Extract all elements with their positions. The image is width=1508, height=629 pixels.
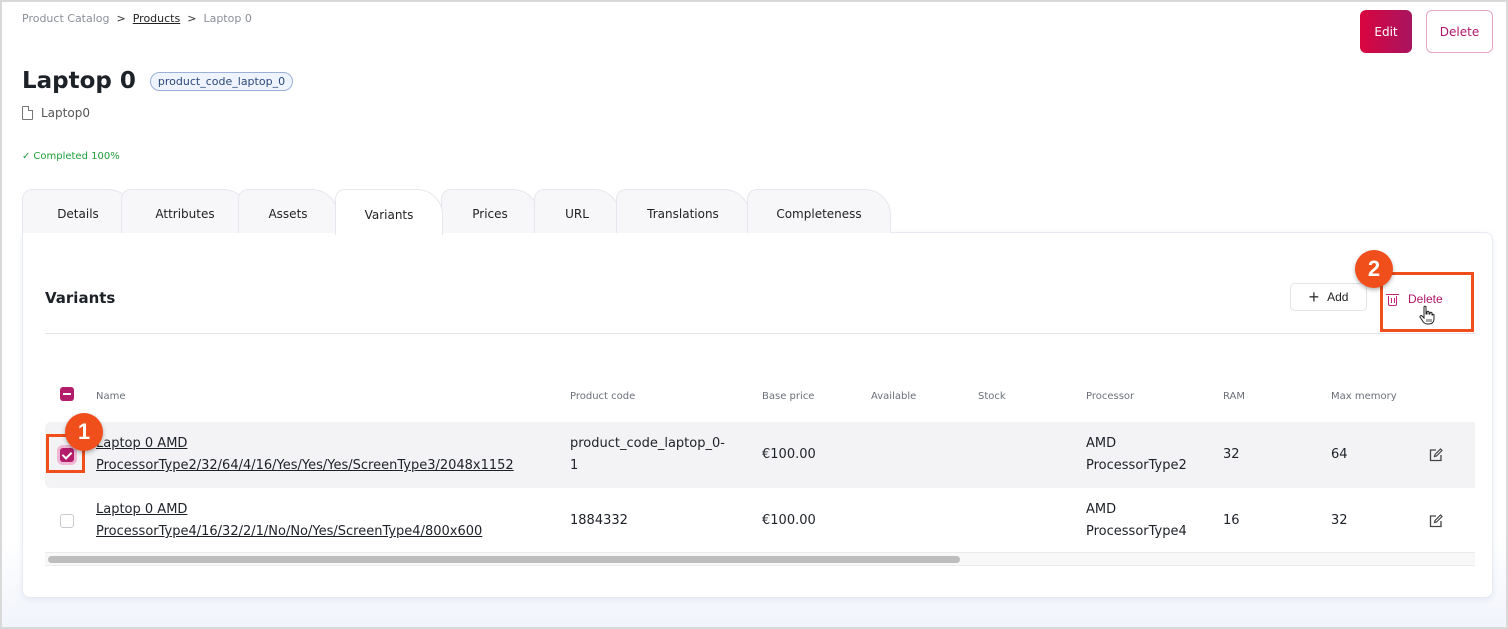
divider xyxy=(45,333,1476,334)
page-title: Laptop 0 xyxy=(22,68,136,94)
table-row[interactable]: Laptop 0 AMD ProcessorType4/16/32/2/1/No… xyxy=(45,488,1475,554)
annotation-badge-2: 2 xyxy=(1355,250,1393,288)
column-header-processor[interactable]: Processor xyxy=(1086,391,1134,402)
product-code-badge: product_code_laptop_0 xyxy=(149,71,294,91)
tab-details[interactable]: Details xyxy=(22,189,134,233)
tab-translations[interactable]: Translations xyxy=(616,189,750,233)
code-line: product_code_laptop_0- xyxy=(570,436,725,451)
breadcrumb-products[interactable]: Products xyxy=(133,12,181,25)
column-header-max-memory[interactable]: Max memory xyxy=(1331,391,1397,402)
name-line[interactable]: Laptop 0 AMD xyxy=(96,499,482,521)
tab-label: Completeness xyxy=(776,206,862,221)
column-header-name[interactable]: Name xyxy=(96,391,126,402)
base-price-cell: €100.00 xyxy=(762,447,816,462)
add-label: Add xyxy=(1327,290,1349,304)
processor-cell: AMD ProcessorType4 xyxy=(1086,499,1187,543)
breadcrumb-current: Laptop 0 xyxy=(203,12,252,25)
select-all-checkbox[interactable] xyxy=(60,387,74,401)
tab-variants[interactable]: Variants xyxy=(335,189,443,235)
breadcrumb: Product Catalog > Products > Laptop 0 xyxy=(22,12,252,25)
annotation-highlight-2 xyxy=(1380,272,1474,332)
variants-card: Variants + Add Delete Name Product code xyxy=(22,232,1493,598)
plus-icon: + xyxy=(1308,287,1320,307)
tab-assets[interactable]: Assets xyxy=(238,189,338,233)
add-variant-button[interactable]: + Add xyxy=(1290,283,1367,311)
tab-label: Details xyxy=(57,206,99,221)
product-code-cell: 1884332 xyxy=(570,513,628,528)
tab-completeness[interactable]: Completeness xyxy=(747,189,891,233)
column-header-base-price[interactable]: Base price xyxy=(762,391,814,402)
processor-line: ProcessorType4 xyxy=(1086,524,1187,539)
completeness-text: Completed 100% xyxy=(33,151,120,162)
tab-prices[interactable]: Prices xyxy=(441,189,539,233)
horizontal-scrollbar[interactable] xyxy=(45,552,1475,566)
breadcrumb-product-catalog[interactable]: Product Catalog xyxy=(22,12,110,25)
name-line[interactable]: ProcessorType4/16/32/2/1/No/No/Yes/Scree… xyxy=(96,521,482,543)
tab-attributes[interactable]: Attributes xyxy=(121,189,249,233)
tab-label: Translations xyxy=(647,206,719,221)
column-header-stock[interactable]: Stock xyxy=(978,391,1006,402)
tab-label: URL xyxy=(565,206,589,221)
title-row: Laptop 0 product_code_laptop_0 xyxy=(22,68,294,94)
column-header-product-code[interactable]: Product code xyxy=(570,391,635,402)
edit-button[interactable]: Edit xyxy=(1360,10,1412,53)
app-window: Product Catalog > Products > Laptop 0 Ed… xyxy=(2,2,1506,627)
column-header-available[interactable]: Available xyxy=(871,391,916,402)
product-slug: Laptop0 xyxy=(41,106,90,120)
tab-label: Attributes xyxy=(155,206,215,221)
base-price-cell: €100.00 xyxy=(762,513,816,528)
tab-label: Prices xyxy=(472,206,508,221)
processor-line: ProcessorType2 xyxy=(1086,458,1187,473)
annotation-badge-1: 1 xyxy=(65,413,103,451)
processor-line: AMD xyxy=(1086,436,1117,451)
edit-icon[interactable] xyxy=(1428,447,1444,463)
column-header-ram[interactable]: RAM xyxy=(1223,391,1245,402)
ram-cell: 32 xyxy=(1223,447,1240,462)
product-code-cell: product_code_laptop_0- 1 xyxy=(570,433,725,477)
processor-cell: AMD ProcessorType2 xyxy=(1086,433,1187,477)
variant-name-link[interactable]: Laptop 0 AMD ProcessorType4/16/32/2/1/No… xyxy=(96,499,482,543)
tab-url[interactable]: URL xyxy=(534,189,620,233)
variants-title: Variants xyxy=(45,289,116,307)
name-line[interactable]: ProcessorType2/32/64/4/16/Yes/Yes/Yes/Sc… xyxy=(96,455,514,477)
scrollbar-thumb[interactable] xyxy=(48,556,960,563)
table-header: Name Product code Base price Available S… xyxy=(45,377,1475,417)
table-row[interactable]: Laptop 0 AMD ProcessorType2/32/64/4/16/Y… xyxy=(45,422,1475,488)
row-2-checkbox[interactable] xyxy=(60,514,74,528)
breadcrumb-separator: > xyxy=(187,12,197,25)
code-line: 1 xyxy=(570,458,579,473)
product-subtitle: Laptop0 xyxy=(22,106,90,120)
max-memory-cell: 64 xyxy=(1331,447,1348,462)
delete-product-button[interactable]: Delete xyxy=(1426,10,1493,53)
tab-label: Variants xyxy=(364,207,414,222)
max-memory-cell: 32 xyxy=(1331,513,1348,528)
processor-line: AMD xyxy=(1086,502,1117,517)
variant-name-link[interactable]: Laptop 0 AMD ProcessorType2/32/64/4/16/Y… xyxy=(96,433,514,477)
completeness-status: ✓ Completed 100% xyxy=(22,151,120,162)
breadcrumb-separator: > xyxy=(116,12,126,25)
edit-icon[interactable] xyxy=(1428,513,1444,529)
ram-cell: 16 xyxy=(1223,513,1240,528)
check-icon: ✓ xyxy=(22,151,31,162)
name-line[interactable]: Laptop 0 AMD xyxy=(96,433,514,455)
document-icon xyxy=(22,106,33,120)
tab-label: Assets xyxy=(268,206,308,221)
